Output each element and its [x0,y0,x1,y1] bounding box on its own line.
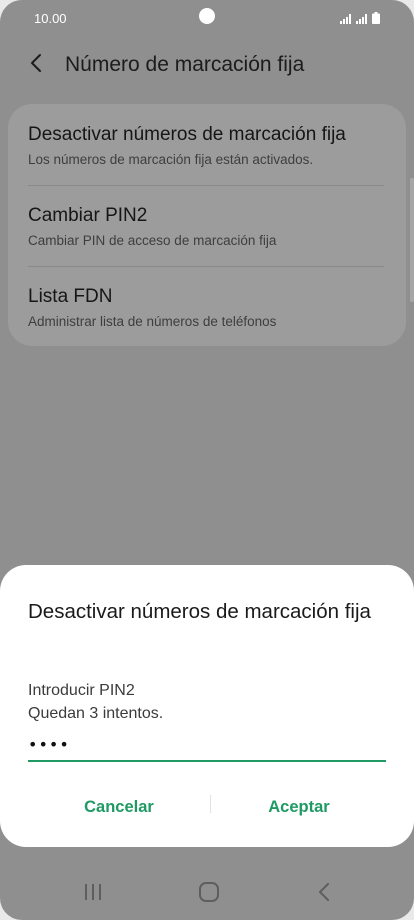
settings-item-change-pin2[interactable]: Cambiar PIN2 Cambiar PIN de acceso de ma… [28,186,384,266]
dialog-message: Introducir PIN2 [28,682,135,699]
pin2-dialog: Desactivar números de marcación fija Int… [0,565,414,847]
settings-item-subtitle: Los números de marcación fija están acti… [28,152,314,167]
settings-item-title: Cambiar PIN2 [28,205,148,226]
navigation-bar [0,860,414,920]
cancel-button[interactable]: Cancelar [44,792,194,822]
settings-item-disable-fdn[interactable]: Desactivar números de marcación fija Los… [28,104,384,184]
settings-item-subtitle: Cambiar PIN de acceso de marcación fija [28,233,277,248]
accept-button[interactable]: Aceptar [224,792,374,822]
pin2-input[interactable] [28,728,386,760]
phone-screen: 10.00 Número de marcación fija Desactiva… [0,0,414,920]
settings-item-fdn-list[interactable]: Lista FDN Administrar lista de números d… [28,267,384,347]
settings-card: Desactivar números de marcación fija Los… [8,104,406,346]
battery-icon [372,12,380,24]
page-title: Número de marcación fija [65,53,305,76]
front-camera [199,8,215,24]
status-time: 10.00 [34,11,67,26]
home-icon[interactable] [189,878,229,906]
input-underline [28,760,386,762]
status-icons [340,12,380,24]
dialog-attempts-remaining: Quedan 3 intentos. [28,705,164,722]
dialog-title: Desactivar números de marcación fija [28,600,371,623]
app-header: Número de marcación fija [0,44,414,84]
signal-icon [356,14,368,24]
back-arrow-icon[interactable] [26,52,48,74]
scrollbar [410,178,414,302]
recents-icon[interactable] [73,878,113,906]
settings-item-title: Desactivar números de marcación fija [28,124,346,145]
signal-icon [340,14,352,24]
settings-item-title: Lista FDN [28,286,113,307]
settings-item-subtitle: Administrar lista de números de teléfono… [28,314,277,329]
nav-back-icon[interactable] [304,878,344,906]
button-divider [210,795,211,813]
status-bar: 10.00 [0,0,414,38]
